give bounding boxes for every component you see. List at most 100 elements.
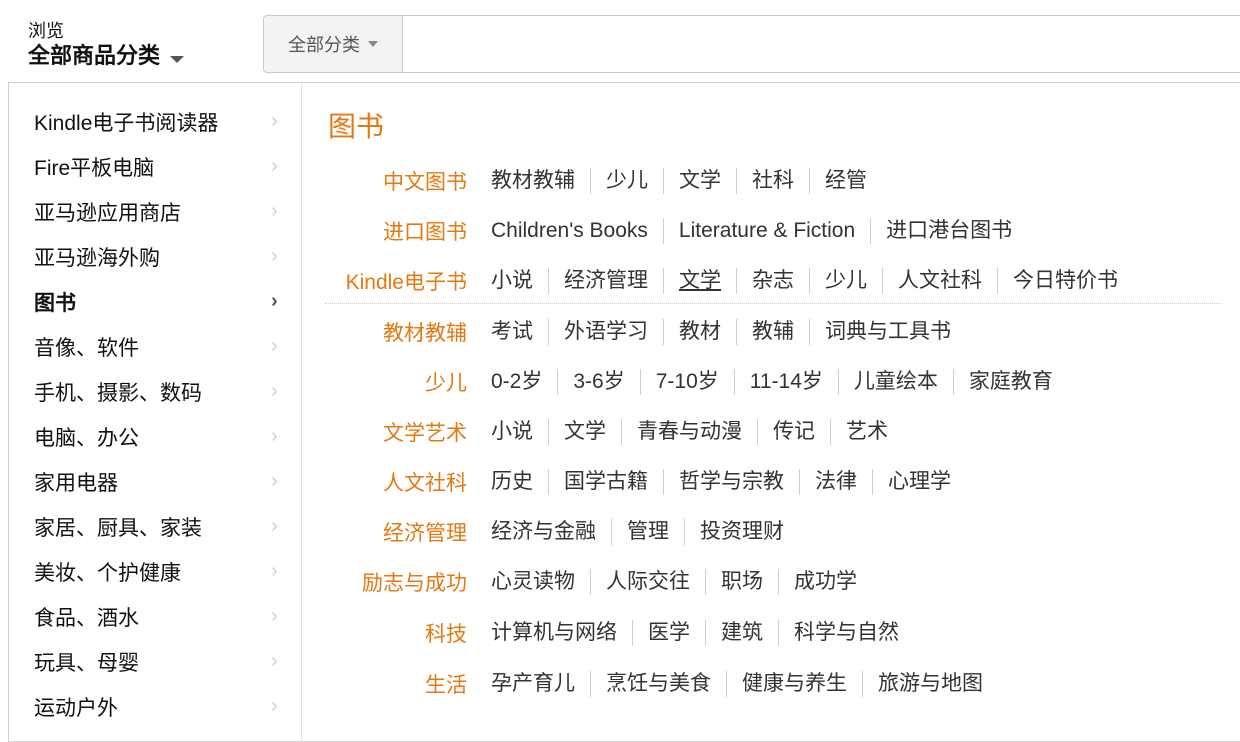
category-row: 中文图书 教材教辅 少儿 文学 社科 经管 bbox=[301, 161, 1240, 201]
nav-item-sports-outdoors[interactable]: 运动户外 › bbox=[9, 684, 300, 729]
chevron-right-icon: › bbox=[271, 200, 278, 222]
section-divider bbox=[325, 303, 1221, 304]
nav-item-beauty-health[interactable]: 美妆、个护健康 › bbox=[9, 549, 300, 594]
subcategory-link[interactable]: 经济管理 bbox=[548, 268, 663, 294]
subcategory-link[interactable]: 哲学与宗教 bbox=[663, 469, 799, 495]
category-row: 科技 计算机与网络 医学 建筑 科学与自然 bbox=[301, 613, 1240, 653]
subcategory-link[interactable]: 文学 bbox=[663, 168, 736, 194]
subcategory-link[interactable]: 进口港台图书 bbox=[870, 218, 1027, 244]
department-title: 图书 bbox=[328, 111, 385, 142]
subcategory-link[interactable]: 儿童绘本 bbox=[837, 369, 953, 395]
subcategory-link[interactable]: 成功学 bbox=[778, 569, 872, 595]
subcategory-link[interactable]: 心灵读物 bbox=[491, 569, 590, 595]
category-heading[interactable]: 进口图书 bbox=[301, 216, 491, 246]
subcategory-link[interactable]: 投资理财 bbox=[684, 519, 799, 545]
subcategory-link[interactable]: 教材 bbox=[663, 319, 736, 345]
subcategory-link[interactable]: 少儿 bbox=[590, 168, 663, 194]
category-row: 经济管理 经济与金融 管理 投资理财 bbox=[301, 512, 1240, 552]
category-heading[interactable]: 教材教辅 bbox=[301, 317, 491, 347]
subcategory-link[interactable]: 法律 bbox=[799, 469, 872, 495]
subcategory-link[interactable]: 旅游与地图 bbox=[862, 671, 998, 697]
subcategory-link[interactable]: 经济与金融 bbox=[491, 519, 611, 545]
subcategory-link[interactable]: 科学与自然 bbox=[778, 620, 914, 646]
subcategory-link[interactable]: 医学 bbox=[632, 620, 705, 646]
subcategory-link[interactable]: 人文社科 bbox=[882, 268, 997, 294]
category-nav: Kindle电子书阅读器 › Fire平板电脑 › 亚马逊应用商店 › 亚马逊海外购 ›… bbox=[9, 83, 302, 741]
caret-down-icon bbox=[170, 55, 185, 63]
subcategory-link[interactable]: 杂志 bbox=[736, 268, 809, 294]
subcategory-link[interactable]: 11-14岁 bbox=[733, 369, 838, 395]
nav-item-appliances[interactable]: 家用电器 › bbox=[9, 459, 300, 504]
subcategory-link[interactable]: 艺术 bbox=[830, 419, 903, 445]
nav-item-app-store[interactable]: 亚马逊应用商店 › bbox=[9, 189, 300, 234]
subcategory-link[interactable]: 传记 bbox=[757, 419, 830, 445]
nav-item-phones-cameras[interactable]: 手机、摄影、数码 › bbox=[9, 369, 300, 414]
subcategory-link[interactable]: 健康与养生 bbox=[726, 671, 862, 697]
subcategory-link[interactable]: 孕产育儿 bbox=[491, 671, 590, 697]
nav-item-computers-office[interactable]: 电脑、办公 › bbox=[9, 414, 300, 459]
subcategory-link[interactable]: Children's Books bbox=[491, 218, 663, 244]
subcategory-link[interactable]: 外语学习 bbox=[548, 319, 663, 345]
subcategory-link[interactable]: 文学 bbox=[663, 268, 736, 294]
all-categories-label: 全部商品分类 bbox=[28, 43, 161, 68]
chevron-right-icon: › bbox=[271, 110, 278, 132]
subcategory-link[interactable]: 词典与工具书 bbox=[809, 319, 966, 345]
subcategory-link[interactable]: 7-10岁 bbox=[639, 369, 734, 395]
subcategory-link[interactable]: 社科 bbox=[736, 168, 809, 194]
nav-item-toys-baby[interactable]: 玩具、母婴 › bbox=[9, 639, 300, 684]
subcategory-link[interactable]: 计算机与网络 bbox=[491, 620, 632, 646]
nav-item-home-kitchen[interactable]: 家居、厨具、家装 › bbox=[9, 504, 300, 549]
search-scope-dropdown[interactable]: 全部分类 bbox=[264, 16, 403, 72]
nav-item-books[interactable]: 图书 › bbox=[9, 279, 300, 324]
subcategory-link[interactable]: 烹饪与美食 bbox=[590, 671, 726, 697]
browse-all-categories-button[interactable]: 浏览 全部商品分类 bbox=[28, 20, 228, 70]
category-heading[interactable]: 中文图书 bbox=[301, 166, 491, 196]
subcategory-link[interactable]: 心理学 bbox=[872, 469, 966, 495]
chevron-right-icon: › bbox=[271, 650, 278, 672]
chevron-right-icon: › bbox=[271, 695, 278, 717]
subcategory-link[interactable]: 教材教辅 bbox=[491, 168, 590, 194]
subcategory-link[interactable]: 今日特价书 bbox=[997, 268, 1133, 294]
chevron-right-icon: › bbox=[271, 605, 278, 627]
category-heading[interactable]: 文学艺术 bbox=[301, 417, 491, 447]
nav-item-kindle-readers[interactable]: Kindle电子书阅读器 › bbox=[9, 99, 300, 144]
category-heading[interactable]: 科技 bbox=[301, 618, 491, 648]
subcategory-link[interactable]: 建筑 bbox=[705, 620, 778, 646]
category-row: 励志与成功 心灵读物 人际交往 职场 成功学 bbox=[301, 562, 1240, 602]
subcategory-link[interactable]: 文学 bbox=[548, 419, 621, 445]
category-heading[interactable]: 少儿 bbox=[301, 367, 491, 397]
subcategory-link[interactable]: 0-2岁 bbox=[491, 369, 557, 395]
subcategory-link[interactable]: 考试 bbox=[491, 319, 548, 345]
subcategory-link[interactable]: 历史 bbox=[491, 469, 548, 495]
subcategory-link[interactable]: 职场 bbox=[705, 569, 778, 595]
category-row: 人文社科 历史 国学古籍 哲学与宗教 法律 心理学 bbox=[301, 462, 1240, 502]
subcategory-link[interactable]: 人际交往 bbox=[590, 569, 705, 595]
category-heading[interactable]: 励志与成功 bbox=[301, 567, 491, 597]
subcategory-link[interactable]: 3-6岁 bbox=[557, 369, 639, 395]
nav-item-fire-tablets[interactable]: Fire平板电脑 › bbox=[9, 144, 300, 189]
category-heading[interactable]: 人文社科 bbox=[301, 467, 491, 497]
subcategory-link[interactable]: 少儿 bbox=[809, 268, 882, 294]
chevron-right-icon: › bbox=[271, 515, 278, 537]
subcategory-link[interactable]: 家庭教育 bbox=[952, 369, 1068, 395]
category-heading[interactable]: Kindle电子书 bbox=[301, 266, 491, 296]
category-panel: 图书 中文图书 教材教辅 少儿 文学 社科 经管 进口图书 Children's… bbox=[301, 83, 1240, 741]
category-row: 生活 孕产育儿 烹饪与美食 健康与养生 旅游与地图 bbox=[301, 664, 1240, 704]
subcategory-link[interactable]: 青春与动漫 bbox=[621, 419, 757, 445]
nav-item-food-drinks[interactable]: 食品、酒水 › bbox=[9, 594, 300, 639]
subcategory-link[interactable]: 国学古籍 bbox=[548, 469, 663, 495]
category-heading[interactable]: 生活 bbox=[301, 669, 491, 699]
subcategory-link[interactable]: Literature & Fiction bbox=[662, 218, 870, 244]
caret-down-icon bbox=[368, 41, 378, 47]
subcategory-link[interactable]: 小说 bbox=[491, 419, 548, 445]
search-scope-label: 全部分类 bbox=[288, 35, 360, 55]
subcategory-link[interactable]: 小说 bbox=[491, 268, 548, 294]
nav-item-music-software[interactable]: 音像、软件 › bbox=[9, 324, 300, 369]
category-heading[interactable]: 经济管理 bbox=[301, 517, 491, 547]
search-bar: 全部分类 bbox=[263, 15, 1240, 73]
nav-item-global-store[interactable]: 亚马逊海外购 › bbox=[9, 234, 300, 279]
subcategory-link[interactable]: 教辅 bbox=[736, 319, 809, 345]
subcategory-link[interactable]: 管理 bbox=[611, 519, 684, 545]
search-input[interactable] bbox=[404, 16, 1240, 72]
subcategory-link[interactable]: 经管 bbox=[809, 168, 882, 194]
